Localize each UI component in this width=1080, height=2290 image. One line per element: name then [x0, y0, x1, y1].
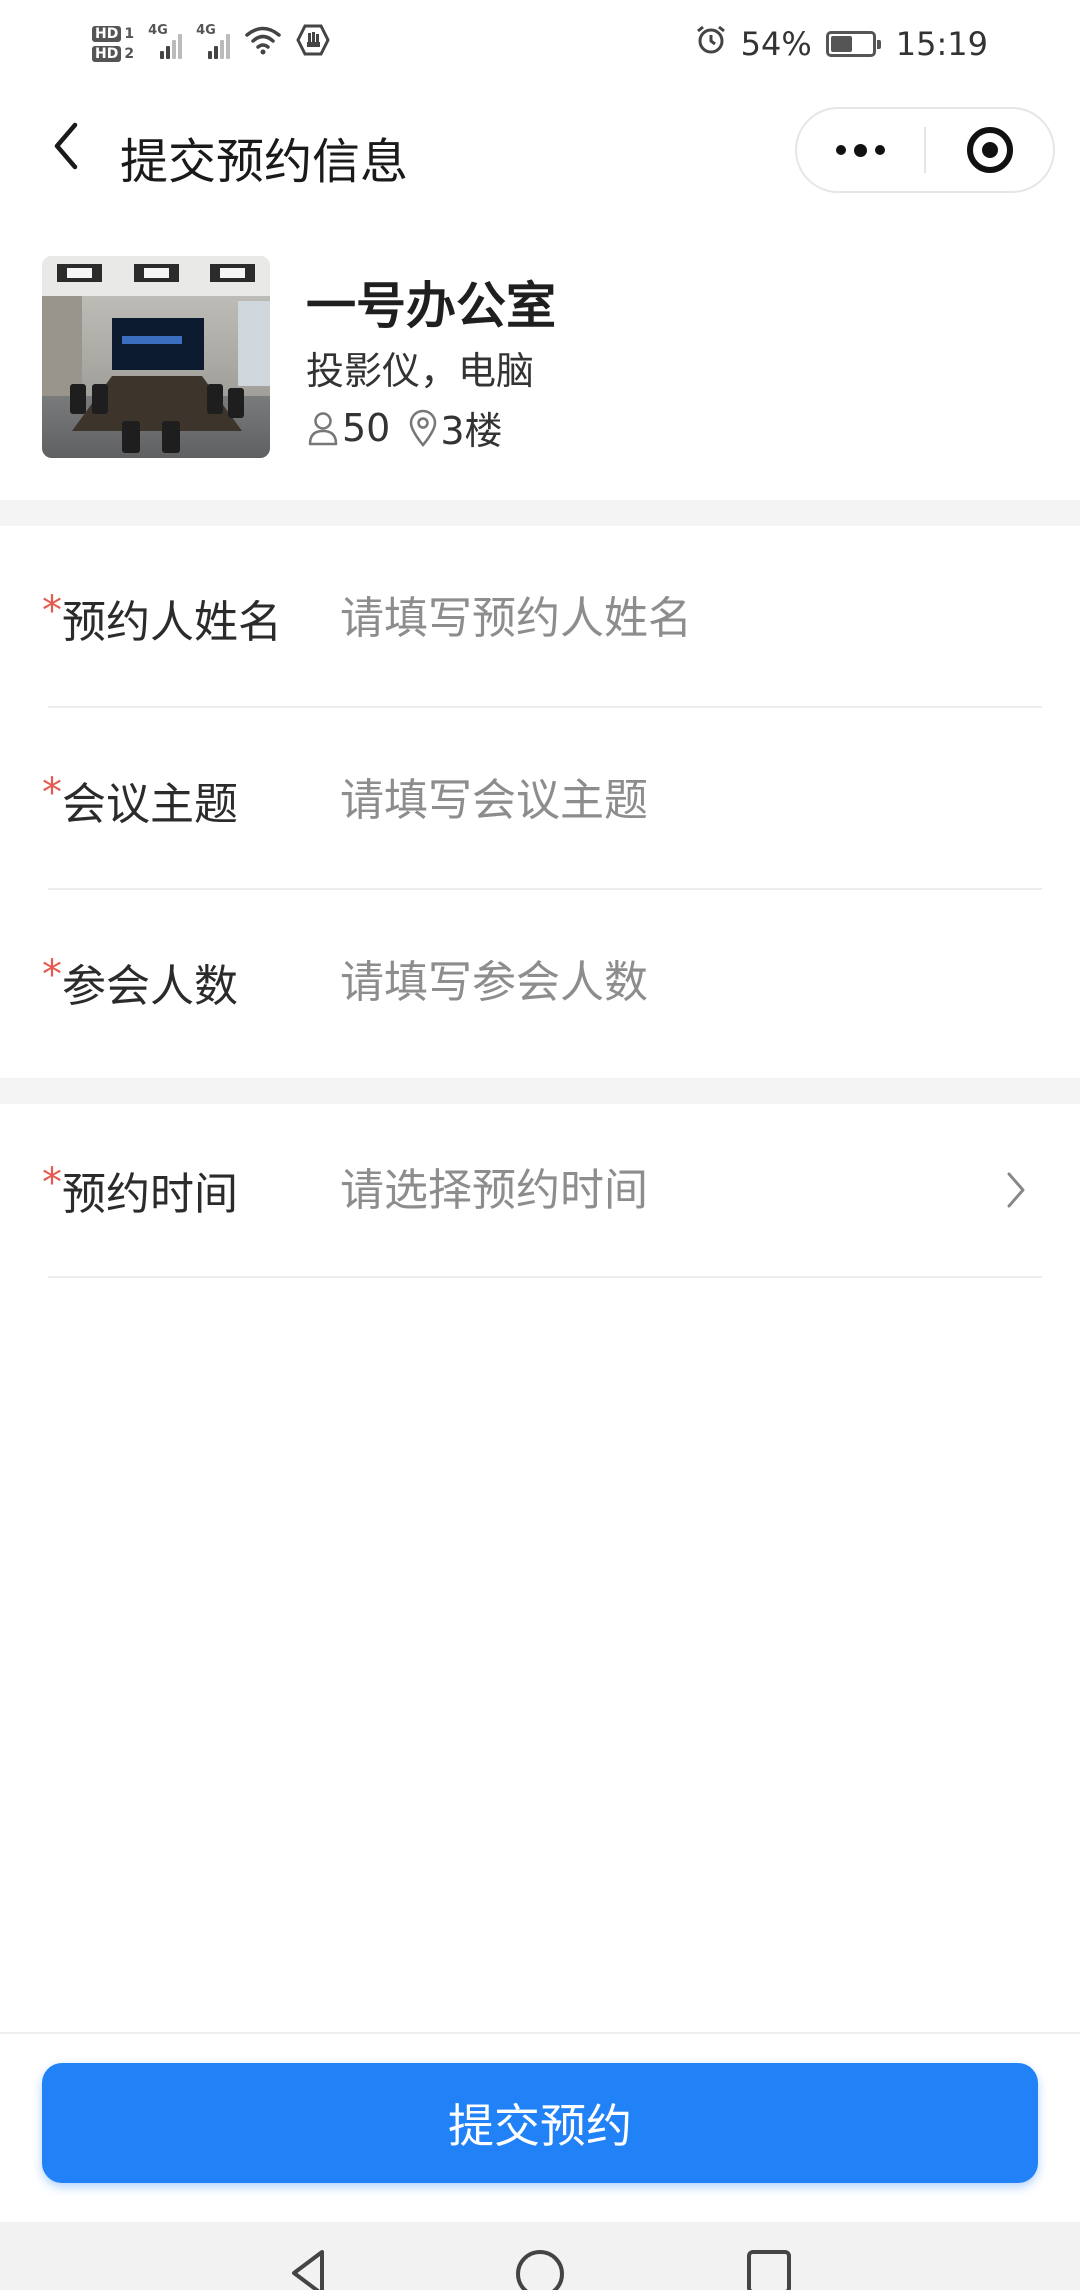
signal-1-icon: 4G — [148, 23, 183, 59]
circle-home-icon[interactable] — [514, 2248, 566, 2290]
status-bar: HD 1 HD 2 4G 4G 54% 15:19 — [0, 0, 1080, 88]
location-pin-icon — [408, 409, 438, 447]
back-button[interactable] — [36, 118, 96, 178]
triangle-back-icon[interactable] — [288, 2248, 328, 2290]
hd-indicators: HD 1 HD 2 — [92, 26, 134, 62]
hd1-num: 1 — [124, 26, 135, 42]
room-card: 一号办公室 投影仪，电脑 50 3楼 — [0, 212, 1080, 500]
booking-time-label: 预约时间 — [62, 1169, 238, 1220]
attendee-count-label: 参会人数 — [62, 961, 238, 1012]
battery-icon — [825, 31, 881, 57]
bottom-bar-divider — [0, 2032, 1080, 2034]
attendee-count-input[interactable] — [340, 942, 1000, 1022]
battery-fill — [830, 36, 853, 52]
section-separator-2 — [0, 1078, 1080, 1104]
required-mark: * — [42, 1160, 62, 1206]
more-button[interactable] — [797, 109, 924, 191]
room-equipment: 投影仪，电脑 — [306, 349, 535, 393]
wifi-icon — [244, 25, 282, 63]
required-mark: * — [42, 588, 62, 634]
hd2-indicator: HD 2 — [92, 46, 134, 62]
section-separator-1 — [0, 500, 1080, 526]
booker-name-input[interactable] — [340, 578, 1000, 658]
form-row-attendee-count: * 参会人数 — [0, 890, 1080, 1072]
close-button[interactable] — [926, 109, 1053, 191]
hand-icon — [296, 24, 330, 64]
chevron-right-icon — [998, 1170, 1034, 1210]
nav-bar: 提交预约信息 — [0, 88, 1080, 212]
system-nav-bar — [0, 2222, 1080, 2290]
room-name: 一号办公室 — [306, 277, 556, 335]
person-icon — [306, 410, 340, 446]
alarm-icon — [695, 24, 727, 64]
net1-label: 4G — [148, 23, 168, 38]
battery-percent: 54% — [740, 25, 812, 63]
square-recent-icon[interactable] — [745, 2248, 793, 2290]
status-bar-right: 54% 15:19 — [695, 24, 988, 64]
miniprogram-capsule — [795, 107, 1055, 193]
form-row-meeting-topic: * 会议主题 — [0, 708, 1080, 890]
required-mark: * — [42, 770, 62, 816]
hd2-num: 2 — [124, 46, 135, 62]
clock: 15:19 — [895, 25, 988, 63]
page: HD 1 HD 2 4G 4G 54% 15:19 提交预约信息 一号办公室 投… — [0, 0, 1080, 2290]
more-dots-icon — [836, 143, 885, 157]
status-bar-left: HD 1 HD 2 4G 4G — [92, 23, 330, 64]
chevron-left-icon — [51, 121, 81, 175]
room-capacity: 50 — [342, 405, 391, 450]
booker-name-label: 预约人姓名 — [62, 597, 282, 648]
hd1-indicator: HD 1 — [92, 26, 134, 42]
room-thumbnail — [42, 256, 270, 458]
form-row-booking-time[interactable]: * 预约时间 — [0, 1104, 1080, 1278]
net2-label: 4G — [196, 23, 216, 38]
room-floor: 3楼 — [440, 409, 503, 453]
form-row-booker-name: * 预约人姓名 — [0, 526, 1080, 708]
signal-2-icon: 4G — [196, 23, 231, 59]
submit-booking-button[interactable]: 提交预约 — [42, 2063, 1038, 2183]
hd1-label: HD — [92, 26, 122, 42]
room-meta: 50 3楼 — [306, 400, 503, 455]
meeting-topic-label: 会议主题 — [62, 779, 238, 830]
booking-time-picker[interactable] — [340, 1150, 940, 1230]
page-title: 提交预约信息 — [120, 134, 409, 190]
hd2-label: HD — [92, 46, 122, 62]
row-divider — [48, 1276, 1042, 1278]
meeting-topic-input[interactable] — [340, 760, 1000, 840]
required-mark: * — [42, 952, 62, 998]
target-circle-icon — [966, 127, 1013, 173]
